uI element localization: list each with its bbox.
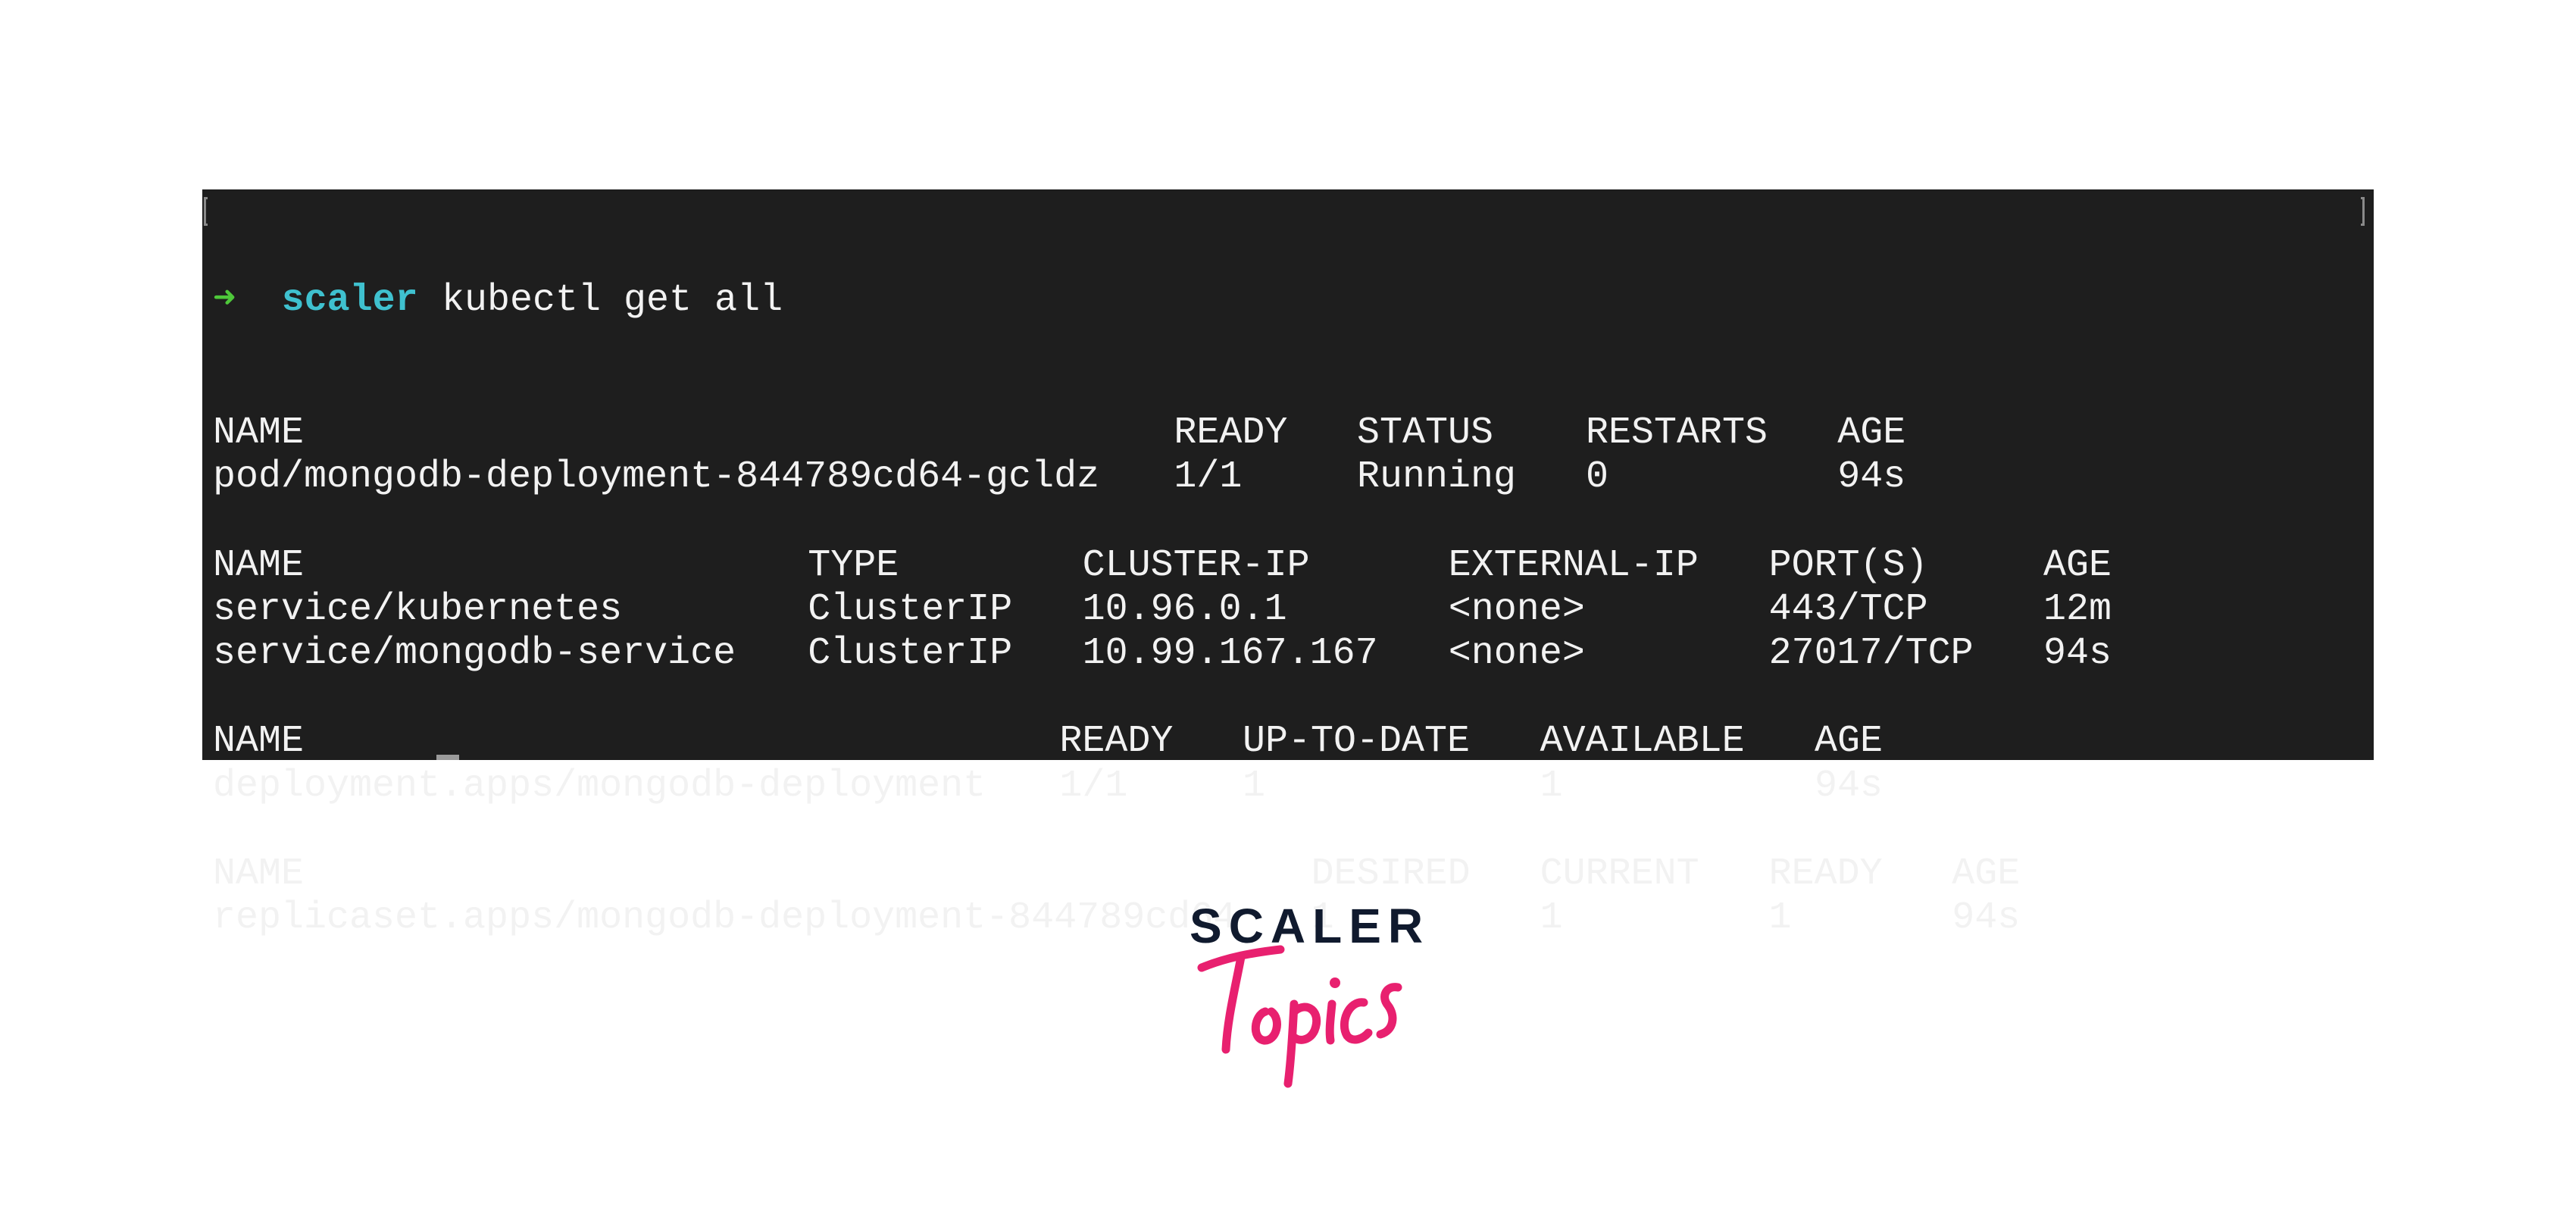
pods-header-row: NAME READY STATUS RESTARTS AGE (213, 411, 2374, 455)
services-row: service/kubernetes ClusterIP 10.96.0.1 <non… (213, 588, 2374, 632)
table-cell: <none> (1448, 587, 1585, 631)
logo-script-s (1376, 983, 1402, 1039)
terminal-window[interactable]: ➜ scaler kubectl get all NAME READY STATUS RE… (202, 189, 2374, 940)
column-header: NAME (213, 543, 305, 587)
column-header: AGE (1952, 852, 2021, 896)
prompt-line: ➜ scaler kubectl get all (213, 279, 2374, 323)
table-cell: replicaset.apps/mongodb-deployment-84478… (213, 896, 1236, 940)
logo-script-o (1251, 1007, 1281, 1045)
services-row: service/mongodb-service ClusterIP 10.99.16… (213, 632, 2374, 676)
column-header: READY (1768, 852, 1883, 896)
column-header: AVAILABLE (1540, 720, 1745, 764)
table-cell: 94s (2043, 631, 2112, 675)
replicasets-header-row: NAME DESIRED CURRENT READY AGE (213, 852, 2374, 896)
table-cell: ClusterIP (808, 587, 1013, 631)
text-cursor (436, 755, 459, 760)
logo-script-c (1340, 998, 1373, 1044)
scaler-topics-logo: SCALER (1182, 898, 1424, 1095)
table-cell: ClusterIP (808, 631, 1013, 675)
table-cell: 0 (1586, 455, 1609, 499)
table-cell: 10.99.167.167 (1082, 631, 1378, 675)
column-header: AGE (1837, 411, 1906, 455)
column-header: RESTARTS (1586, 411, 1768, 455)
column-header: READY (1059, 720, 1174, 764)
column-header: STATUS (1357, 411, 1494, 455)
table-cell: <none> (1448, 631, 1585, 675)
column-header: CLUSTER-IP (1082, 543, 1310, 587)
table-cell: deployment.apps/mongodb-deployment (213, 764, 986, 808)
table-cell: 94s (1815, 764, 1884, 808)
column-header: DESIRED (1311, 852, 1471, 896)
column-header: UP-TO-DATE (1243, 720, 1471, 764)
table-cell: 94s (1952, 896, 2021, 940)
table-cell: 12m (2043, 587, 2112, 631)
column-header: NAME (213, 852, 305, 896)
terminal-output: ➜ scaler kubectl get all NAME READY STATUS RE… (213, 191, 2374, 940)
table-cell: service/kubernetes (213, 587, 623, 631)
logo-script-p-stem (1283, 999, 1299, 1088)
pods-row: pod/mongodb-deployment-844789cd64-gcldz 1… (213, 455, 2374, 499)
column-header: PORT(S) (1768, 543, 1928, 587)
column-header: CURRENT (1540, 852, 1699, 896)
column-header: AGE (2043, 543, 2112, 587)
table-cell: service/mongodb-service (213, 631, 736, 675)
logo-script-t-stem (1221, 952, 1246, 1054)
logo-script-i (1325, 999, 1336, 1045)
table-cell: Running (1357, 455, 1517, 499)
table-cell: 94s (1837, 455, 1906, 499)
logo-script-i-dot (1330, 977, 1340, 988)
table-cell: 10.96.0.1 (1082, 587, 1287, 631)
column-header: TYPE (808, 543, 899, 587)
column-header: AGE (1815, 720, 1884, 764)
logo-topics-script (1197, 945, 1402, 1088)
table-cell: 27017/TCP (1768, 631, 1974, 675)
column-header: NAME (213, 720, 305, 764)
prompt-directory: scaler (281, 279, 418, 323)
table-cell: 1 (1540, 764, 1563, 808)
column-header: EXTERNAL-IP (1448, 543, 1699, 587)
services-header-row: NAME TYPE CLUSTER-IP EXTERNAL-IP PORT(S) AGE (213, 544, 2374, 588)
table-cell: 1/1 (1174, 455, 1243, 499)
deployments-header-row: NAME READY UP-TO-DATE AVAILABLE AGE (213, 720, 2374, 764)
table-cell: 443/TCP (1768, 587, 1928, 631)
table-cell: pod/mongodb-deployment-844789cd64-gcldz (213, 455, 1100, 499)
column-header: READY (1174, 411, 1288, 455)
prompt-arrow-icon: ➜ (213, 279, 236, 323)
table-cell: 1 (1540, 896, 1563, 940)
deployments-row: deployment.apps/mongodb-deployment 1/1 1 1 9… (213, 765, 2374, 809)
prompt-command: kubectl get all (442, 279, 783, 323)
table-cell: 1/1 (1059, 764, 1128, 808)
mark-bracket-left (204, 197, 208, 226)
column-header: NAME (213, 411, 305, 455)
table-cell: 1 (1243, 764, 1266, 808)
table-cell: 1 (1768, 896, 1792, 940)
